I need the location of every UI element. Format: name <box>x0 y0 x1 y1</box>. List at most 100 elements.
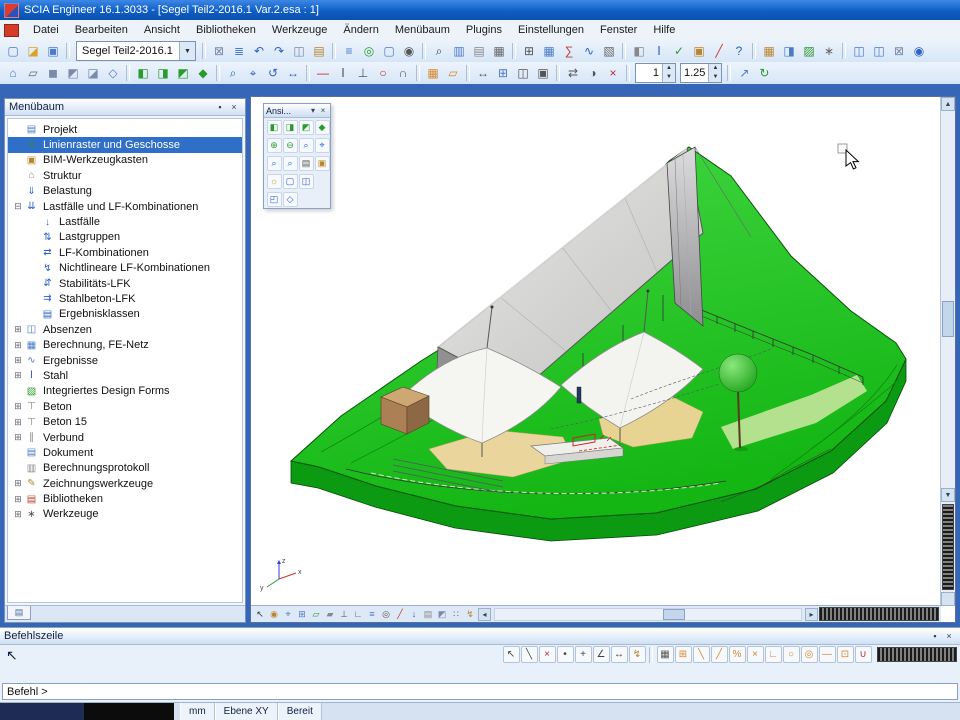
tree-item-bibliotheken[interactable]: ⊞▤Bibliotheken <box>8 491 242 506</box>
window-cascade-icon[interactable]: ◫ <box>849 41 869 61</box>
load-panel-icon[interactable]: ▦ <box>423 63 443 83</box>
snap-endpoint-icon[interactable]: ╲ <box>693 646 710 663</box>
pin-icon[interactable]: ▪ <box>928 631 942 641</box>
snap-point-icon[interactable]: ⊡ <box>837 646 854 663</box>
scroll-thumb[interactable] <box>663 609 685 620</box>
lock-z-icon[interactable]: ⊥ <box>337 607 351 622</box>
menu-plugins[interactable]: Plugins <box>458 20 510 40</box>
results-icon[interactable]: ∿ <box>579 41 599 61</box>
zoom-out-icon[interactable]: ⊖ <box>283 138 298 153</box>
window-tile-icon[interactable]: ◫ <box>869 41 889 61</box>
visibility-icon[interactable]: ◎ <box>379 607 393 622</box>
snap-mode-icon[interactable]: ◉ <box>267 607 281 622</box>
spin-up-icon[interactable]: ▲ <box>709 64 721 73</box>
help-icon[interactable]: ? <box>729 41 749 61</box>
node-tool-icon[interactable]: • <box>557 646 574 663</box>
scroll-left-icon[interactable]: ◂ <box>478 608 491 621</box>
model-viewport[interactable]: z x y Ansi... ▾ × ◧◨◩◆ ⊕⊖⌕⌖ ⌕⌕▤▣ ☼▢◫ ◰◇ <box>250 96 956 623</box>
snap-orthogonal-icon[interactable]: ∟ <box>765 646 782 663</box>
view-copy-icon[interactable]: ◫ <box>299 174 314 189</box>
pin-icon[interactable]: ▪ <box>213 102 227 112</box>
tree-item-lastf-lle-und-lf-kombinationen[interactable]: ⊟⇊Lastfälle und LF-Kombinationen <box>8 199 242 214</box>
zoom-all-icon[interactable]: ⌖ <box>315 138 330 153</box>
bim-toolbox-icon[interactable]: ▣ <box>689 41 709 61</box>
about-icon[interactable]: ◉ <box>909 41 929 61</box>
snap-grid-icon[interactable]: ⊞ <box>675 646 692 663</box>
loads-display-icon[interactable]: ↓ <box>407 607 421 622</box>
scroll-right-icon[interactable]: ▸ <box>805 608 818 621</box>
plane-xy-icon[interactable]: ▱ <box>309 607 323 622</box>
tracking-tool-icon[interactable]: ↯ <box>629 646 646 663</box>
tree-item-nichtlineare-lf-kombinationen[interactable]: ↯Nichtlineare LF-Kombinationen <box>8 261 242 276</box>
snap-line-icon[interactable]: — <box>819 646 836 663</box>
named-selection-icon[interactable]: ▢ <box>379 41 399 61</box>
new-document-icon[interactable]: ▢ <box>3 41 23 61</box>
scale-up-icon[interactable]: ↗ <box>734 63 754 83</box>
default-view-icon[interactable]: ⌂ <box>3 63 23 83</box>
regenerate-icon[interactable]: ↻ <box>754 63 774 83</box>
axonometric-view-icon[interactable]: ◆ <box>315 120 330 135</box>
coord-input-icon[interactable]: ⌖ <box>281 607 295 622</box>
expand-plus-icon[interactable]: ⊞ <box>12 324 24 335</box>
image-export-icon[interactable]: ▨ <box>799 41 819 61</box>
tree-item-stahl[interactable]: ⊞ⅠStahl <box>8 368 242 383</box>
members-filter-icon[interactable]: ╱ <box>393 607 407 622</box>
save-icon[interactable]: ▣ <box>43 41 63 61</box>
snap-intersection-icon[interactable]: × <box>747 646 764 663</box>
select-tool-icon[interactable]: ↖ <box>503 646 520 663</box>
expand-plus-icon[interactable]: ⊞ <box>12 432 24 443</box>
view-z-icon[interactable]: ◩ <box>173 63 193 83</box>
tree-item-lastgruppen[interactable]: ⇅Lastgruppen <box>8 230 242 245</box>
tree-item-lf-kombinationen[interactable]: ⇄LF-Kombinationen <box>8 245 242 260</box>
project-settings-icon[interactable]: ≣ <box>229 41 249 61</box>
print-view-icon[interactable]: ▤ <box>299 156 314 171</box>
symbol-scale-stepper[interactable]: 1 ▲▼ <box>635 63 676 83</box>
vertical-scrollbar[interactable]: ▲ ▼ <box>940 97 955 606</box>
expand-plus-icon[interactable]: ⊞ <box>12 509 24 520</box>
concrete-setup-icon[interactable]: ◧ <box>629 41 649 61</box>
layers-icon[interactable]: ≡ <box>339 41 359 61</box>
new-circle-icon[interactable]: ○ <box>373 63 393 83</box>
view-toolbar-header[interactable]: Ansi... ▾ × <box>264 104 330 118</box>
save-picture-icon[interactable]: ▣ <box>315 156 330 171</box>
collapse-minus-icon[interactable]: ⊟ <box>12 201 24 212</box>
measure-tool-icon[interactable]: ↔ <box>611 646 628 663</box>
tree-item-ergebnisse[interactable]: ⊞∿Ergebnisse <box>8 353 242 368</box>
view-settings-icon[interactable]: ◰ <box>267 192 282 207</box>
tree-item-ergebnisklassen[interactable]: ▤Ergebnisklassen <box>8 307 242 322</box>
angle-tool-icon[interactable]: ∠ <box>593 646 610 663</box>
menu-hilfe[interactable]: Hilfe <box>645 20 683 40</box>
menu-bibliotheken[interactable]: Bibliotheken <box>188 20 264 40</box>
command-input[interactable]: Befehl > <box>2 683 958 700</box>
project-selector[interactable]: Segel Teil2-2016.1 ▼ <box>76 41 196 61</box>
toolbar-collapse-icon[interactable]: ▾ <box>308 106 318 115</box>
check-icon[interactable]: ✓ <box>669 41 689 61</box>
expand-plus-icon[interactable]: ⊞ <box>12 401 24 412</box>
menu-ansicht[interactable]: Ansicht <box>136 20 188 40</box>
scroll-down-icon[interactable]: ▼ <box>941 488 955 502</box>
expand-plus-icon[interactable]: ⊞ <box>12 494 24 505</box>
view-y-icon[interactable]: ◨ <box>153 63 173 83</box>
zoom-fit-icon[interactable]: ⌖ <box>243 63 263 83</box>
tree-item-dokument[interactable]: ▤Dokument <box>8 445 242 460</box>
scroll-thumb[interactable] <box>942 301 954 337</box>
section-icon[interactable]: ◫ <box>513 63 533 83</box>
activities-icon[interactable]: ◎ <box>359 41 379 61</box>
snap-midpoint-icon[interactable]: ╱ <box>711 646 728 663</box>
menu-datei[interactable]: Datei <box>25 20 67 40</box>
spin-up-icon[interactable]: ▲ <box>663 64 675 73</box>
view-x-icon[interactable]: ◧ <box>133 63 153 83</box>
scroll-up-icon[interactable]: ▲ <box>941 97 955 111</box>
dot-grid-icon[interactable]: ∷ <box>449 607 463 622</box>
menu-bearbeiten[interactable]: Bearbeiten <box>67 20 136 40</box>
tree-item-lastf-lle[interactable]: ↓Lastfälle <box>8 214 242 229</box>
tree-item-projekt[interactable]: ▤Projekt <box>8 122 242 137</box>
scroll-track[interactable] <box>941 111 955 488</box>
table-results-icon[interactable]: ▦ <box>759 41 779 61</box>
ortho-icon[interactable]: ∟ <box>351 607 365 622</box>
units-indicator[interactable]: mm <box>180 703 215 720</box>
snap-arc-center-icon[interactable]: ◎ <box>801 646 818 663</box>
close-icon[interactable]: × <box>942 631 956 641</box>
view-parameters-icon[interactable]: ◉ <box>399 41 419 61</box>
horizontal-scrollbar[interactable] <box>494 608 802 621</box>
